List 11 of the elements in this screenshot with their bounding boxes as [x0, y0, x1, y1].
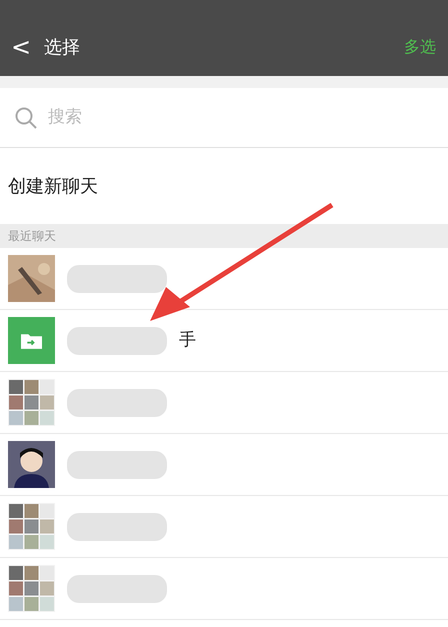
search-field[interactable]: 搜索 [48, 104, 434, 130]
section-header: 最近聊天 [8, 228, 56, 245]
create-chat-item[interactable]: 创建新聊天 [0, 148, 448, 224]
multi-select-button[interactable]: 多选 [404, 35, 436, 59]
chat-name: 手 [179, 328, 196, 352]
file-transfer-icon [8, 317, 55, 364]
page-title: 选择 [44, 36, 80, 60]
avatar-icon [8, 441, 55, 488]
back-button[interactable]: < [10, 29, 32, 65]
search-icon [14, 106, 38, 130]
chat-item[interactable]: 手 [0, 310, 448, 372]
